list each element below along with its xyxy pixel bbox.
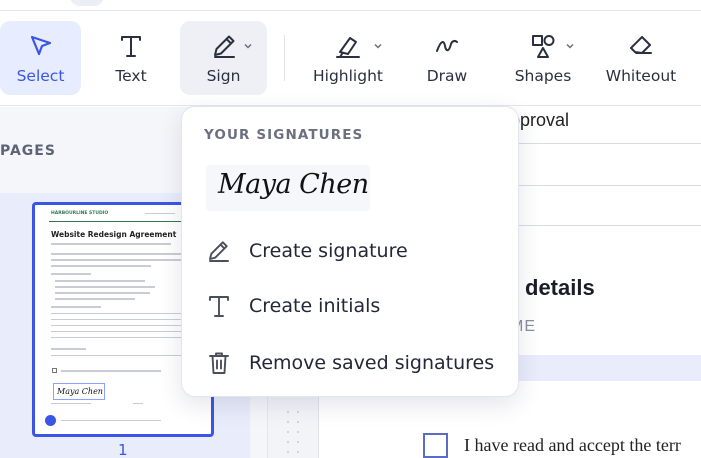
- tool-whiteout-button[interactable]: Whiteout: [598, 21, 684, 95]
- text-t-icon: [118, 31, 144, 61]
- signature-menu-title: YOUR SIGNATURES: [204, 127, 364, 143]
- accept-terms-checkbox[interactable]: [423, 433, 448, 458]
- pen-icon: [194, 31, 254, 61]
- shapes-icon: [511, 31, 575, 61]
- thumbnail-signature: Maya Chen: [53, 383, 105, 400]
- tool-text-button[interactable]: Text: [95, 21, 167, 95]
- chevron-down-icon: [566, 43, 574, 49]
- tool-shapes-button[interactable]: Shapes: [500, 21, 586, 95]
- remove-saved-signatures-item[interactable]: Remove saved signatures: [204, 343, 504, 383]
- top-tab-indicator: [70, 0, 104, 6]
- tool-highlight-label: Highlight: [313, 67, 383, 85]
- eraser-icon: [627, 31, 655, 61]
- tool-sign-button[interactable]: Sign: [180, 21, 267, 95]
- tool-draw-button[interactable]: Draw: [412, 21, 482, 95]
- tool-select-label: Select: [16, 67, 65, 85]
- saved-signature-text: Maya Chen: [218, 169, 369, 200]
- accept-terms-label: I have read and accept the terr: [464, 435, 681, 455]
- tool-sign-label: Sign: [206, 67, 241, 85]
- tool-text-label: Text: [115, 67, 147, 85]
- document-section-heading: details: [525, 275, 595, 300]
- create-initials-label: Create initials: [249, 295, 381, 317]
- pen-icon: [204, 236, 234, 266]
- chevron-down-icon: [374, 43, 382, 49]
- tool-select-button[interactable]: Select: [0, 21, 81, 95]
- tool-whiteout-label: Whiteout: [605, 67, 677, 85]
- remove-saved-signatures-label: Remove saved signatures: [249, 352, 495, 374]
- thumbnail-checkbox: [52, 368, 57, 373]
- tool-highlight-button[interactable]: Highlight: [302, 21, 394, 95]
- signature-menu: YOUR SIGNATURES Maya Chen Create signatu…: [181, 106, 519, 397]
- thumbnail-heading: Website Redesign Agreement: [51, 230, 177, 239]
- squiggle-icon: [433, 31, 461, 61]
- create-signature-item[interactable]: Create signature: [204, 231, 504, 271]
- create-signature-label: Create signature: [249, 240, 408, 262]
- editor-toolbar: Select Text Sign Highlight Draw Shapes W…: [0, 11, 701, 106]
- document-input-field[interactable]: [500, 355, 701, 381]
- tool-shapes-label: Shapes: [514, 67, 572, 85]
- thumbnail-marker: [45, 415, 56, 426]
- text-t-icon: [204, 291, 234, 321]
- thumbnail-brand: HARBOURLINE STUDIO: [51, 211, 109, 216]
- saved-signature[interactable]: Maya Chen: [206, 165, 370, 211]
- cursor-arrow-icon: [28, 31, 54, 61]
- toolbar-divider: [284, 35, 285, 81]
- trash-icon: [204, 348, 234, 378]
- highlighter-icon: [313, 31, 383, 61]
- chevron-down-icon: [243, 43, 252, 49]
- pages-panel-title: PAGES: [0, 143, 56, 159]
- top-bar: [0, 0, 701, 11]
- create-initials-item[interactable]: Create initials: [204, 286, 504, 326]
- page-number: 1: [118, 441, 128, 458]
- tool-draw-label: Draw: [426, 67, 468, 85]
